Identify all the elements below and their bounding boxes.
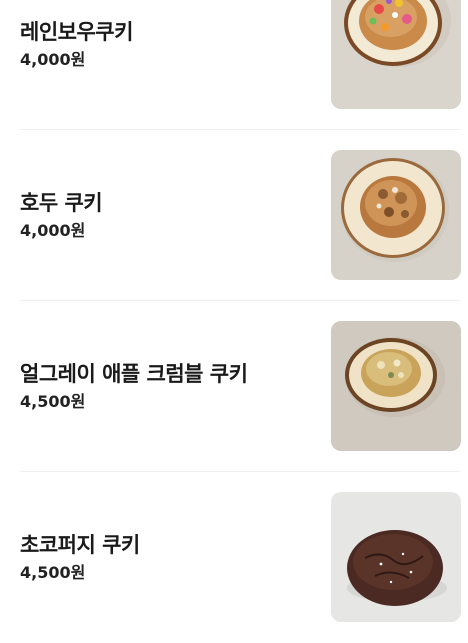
menu-item-text: 초코퍼지 쿠키 4,500원 [20, 472, 140, 643]
menu-item-earl-grey-apple-crumble-cookie[interactable]: 얼그레이 애플 크럼블 쿠키 4,500원 [0, 301, 468, 472]
menu-item-price: 4,000원 [20, 49, 86, 69]
menu-item-chocolate-fudge-cookie[interactable]: 초코퍼지 쿠키 4,500원 [0, 472, 468, 643]
earl-grey-apple-crumble-cookie-photo[interactable] [331, 321, 461, 451]
rainbow-cookie-photo[interactable] [331, 0, 461, 109]
menu-item-price: 4,500원 [20, 391, 86, 411]
menu-item-name: 호두 쿠키 [20, 190, 103, 215]
menu-item-rainbow-cookie[interactable]: 레인보우쿠키 4,000원 [0, 0, 468, 130]
menu-item-name: 초코퍼지 쿠키 [20, 532, 140, 557]
walnut-cookie-photo[interactable] [331, 150, 461, 280]
menu-item-price: 4,000원 [20, 220, 86, 240]
menu-item-name: 레인보우쿠키 [20, 19, 133, 44]
menu-item-text: 얼그레이 애플 크럼블 쿠키 4,500원 [20, 301, 248, 472]
chocolate-fudge-cookie-photo[interactable] [331, 492, 461, 622]
menu-item-text: 호두 쿠키 4,000원 [20, 130, 103, 301]
menu-item-text: 레인보우쿠키 4,000원 [20, 0, 133, 130]
menu-item-name: 얼그레이 애플 크럼블 쿠키 [20, 361, 248, 386]
menu-list: 레인보우쿠키 4,000원 호두 쿠키 4,000원 얼그레이 애플 크럼블 쿠… [0, 0, 468, 643]
menu-item-walnut-cookie[interactable]: 호두 쿠키 4,000원 [0, 130, 468, 301]
menu-item-price: 4,500원 [20, 562, 86, 582]
